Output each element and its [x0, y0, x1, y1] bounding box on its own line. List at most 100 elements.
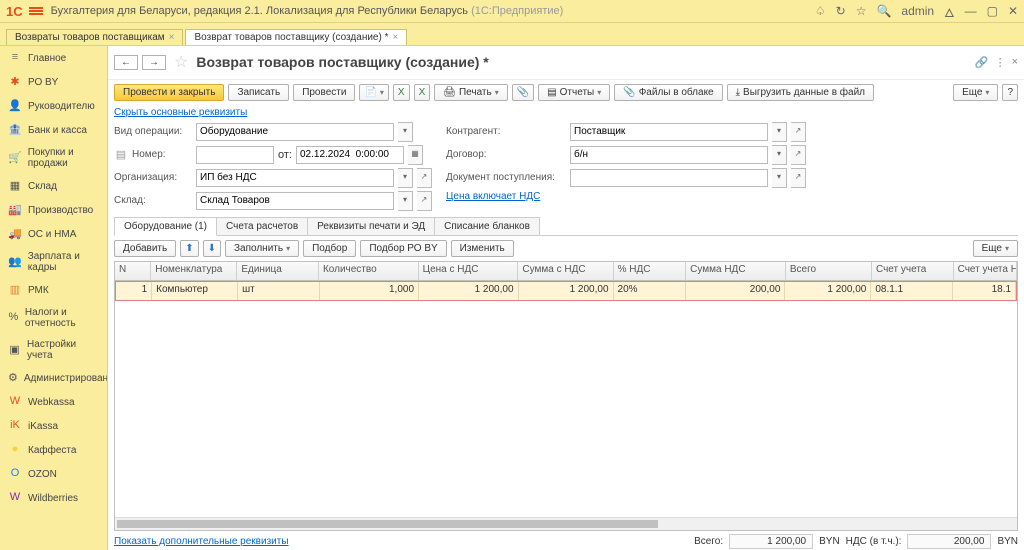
- sub-tab[interactable]: Списание бланков: [434, 217, 540, 235]
- grid-col-header[interactable]: Сумма с НДС: [518, 262, 613, 280]
- grid-cell[interactable]: Компьютер: [152, 282, 238, 300]
- dropdown-icon[interactable]: ▾: [772, 122, 787, 142]
- grid-col-header[interactable]: Счет учета НДС: [954, 262, 1017, 280]
- grid-col-header[interactable]: Сумма НДС: [686, 262, 786, 280]
- hide-main-requisites-link[interactable]: Скрыть основные реквизиты: [108, 105, 1024, 120]
- doc-tab-0[interactable]: Возвраты товаров поставщикам×: [6, 29, 183, 45]
- dropdown-icon[interactable]: ▾: [398, 122, 413, 142]
- dropdown-icon[interactable]: ▾: [398, 191, 413, 211]
- kebab-icon[interactable]: ⋮: [995, 56, 1006, 69]
- grid-cell[interactable]: 18.1: [953, 282, 1016, 300]
- op-input[interactable]: [196, 123, 394, 141]
- sidebar-item[interactable]: ⚙Администрирование: [0, 366, 107, 390]
- excel-button-1[interactable]: X: [393, 84, 410, 101]
- star-icon[interactable]: ☆: [856, 4, 867, 18]
- sidebar-item[interactable]: iKiKassa: [0, 414, 107, 438]
- stock-input[interactable]: [196, 192, 394, 210]
- sub-tab[interactable]: Оборудование (1): [114, 217, 217, 236]
- open-ref-icon[interactable]: ↗: [417, 168, 432, 188]
- link-icon[interactable]: 🔗: [975, 56, 989, 69]
- move-down-button[interactable]: ⬇: [203, 240, 221, 257]
- contract-input[interactable]: [570, 146, 768, 164]
- sidebar-item[interactable]: ▥РМК: [0, 278, 107, 302]
- sidebar-item[interactable]: %Налоги и отчетность: [0, 302, 107, 334]
- bell-icon[interactable]: ♤: [815, 4, 826, 18]
- sidebar-item[interactable]: 👥Зарплата и кадры: [0, 246, 107, 278]
- grid-row[interactable]: 1Компьютершт1,0001 200,001 200,0020%200,…: [115, 281, 1017, 301]
- sidebar-item[interactable]: 🏦Банк и касса: [0, 118, 107, 142]
- export-file-button[interactable]: ⤓ Выгрузить данные в файл: [727, 84, 874, 101]
- grid-col-header[interactable]: Цена с НДС: [419, 262, 519, 280]
- grid-more-button[interactable]: Еще▾: [973, 240, 1018, 257]
- post-and-close-button[interactable]: Провести и закрыть: [114, 84, 224, 101]
- write-button[interactable]: Записать: [228, 84, 289, 101]
- grid-col-header[interactable]: Счет учета: [872, 262, 954, 280]
- sidebar-item[interactable]: 🚚ОС и НМА: [0, 222, 107, 246]
- grid-cell[interactable]: 1: [116, 282, 152, 300]
- excel-button-2[interactable]: X: [414, 84, 431, 101]
- history-icon[interactable]: ↻: [836, 4, 846, 18]
- dropdown-icon[interactable]: ▾: [398, 168, 413, 188]
- grid-cell[interactable]: 08.1.1: [871, 282, 952, 300]
- sidebar-item[interactable]: 🏭Производство: [0, 198, 107, 222]
- sub-tab[interactable]: Счета расчетов: [216, 217, 308, 235]
- sidebar-item[interactable]: 🛒Покупки и продажи: [0, 142, 107, 174]
- agent-input[interactable]: [570, 123, 768, 141]
- vat-price-link[interactable]: Цена включает НДС: [446, 191, 806, 202]
- grid-cell[interactable]: 1 200,00: [785, 282, 871, 300]
- dropdown-icon[interactable]: ▾: [772, 168, 787, 188]
- doc-state-button[interactable]: 📄▾: [359, 84, 388, 101]
- org-input[interactable]: [196, 169, 394, 187]
- doc-in-input[interactable]: [570, 169, 768, 187]
- sidebar-item[interactable]: ▣Настройки учета: [0, 334, 107, 366]
- grid-col-header[interactable]: Номенклатура: [151, 262, 237, 280]
- close-tab-icon[interactable]: ×: [169, 32, 175, 43]
- files-cloud-button[interactable]: 📎 Файлы в облаке: [614, 84, 722, 101]
- pick-roby-button[interactable]: Подбор РО BY: [360, 240, 446, 257]
- grid-cell[interactable]: 1 200,00: [519, 282, 614, 300]
- open-ref-icon[interactable]: ↗: [791, 145, 806, 165]
- grid-col-header[interactable]: Количество: [319, 262, 419, 280]
- sidebar-item[interactable]: OOZON: [0, 462, 107, 486]
- minimize-icon[interactable]: —: [965, 4, 977, 18]
- search-icon[interactable]: 🔍: [876, 4, 891, 18]
- close-page-icon[interactable]: ×: [1012, 56, 1018, 69]
- pick-button[interactable]: Подбор: [303, 240, 356, 257]
- num-input[interactable]: [196, 146, 274, 164]
- dropdown-icon[interactable]: ▾: [772, 145, 787, 165]
- move-up-button[interactable]: ⬆: [180, 240, 198, 257]
- sidebar-item[interactable]: ▦Склад: [0, 174, 107, 198]
- main-menu-icon[interactable]: [29, 6, 43, 16]
- attach-button[interactable]: 📎: [512, 84, 534, 101]
- grid-cell[interactable]: 20%: [614, 282, 686, 300]
- nav-fwd-button[interactable]: →: [142, 55, 166, 70]
- close-icon[interactable]: ✕: [1008, 4, 1018, 18]
- grid-cell[interactable]: 200,00: [686, 282, 786, 300]
- add-row-button[interactable]: Добавить: [114, 240, 176, 257]
- reports-button[interactable]: ▤ Отчеты▾: [538, 84, 610, 101]
- grid-col-header[interactable]: % НДС: [614, 262, 687, 280]
- close-tab-icon[interactable]: ×: [393, 32, 399, 43]
- post-button[interactable]: Провести: [293, 84, 355, 101]
- sidebar-item[interactable]: WWildberries: [0, 486, 107, 510]
- sidebar-item[interactable]: 👤Руководителю: [0, 94, 107, 118]
- grid-col-header[interactable]: Единица: [237, 262, 319, 280]
- show-extra-link[interactable]: Показать дополнительные реквизиты: [114, 536, 289, 547]
- open-ref-icon[interactable]: ↗: [791, 122, 806, 142]
- user-label[interactable]: admin: [901, 4, 934, 18]
- help-button[interactable]: ?: [1002, 84, 1018, 101]
- fill-button[interactable]: Заполнить▾: [225, 240, 299, 257]
- print-button[interactable]: 🖨 Печать▾: [434, 84, 507, 101]
- sidebar-item[interactable]: ✱РО BY: [0, 70, 107, 94]
- sub-tab[interactable]: Реквизиты печати и ЭД: [307, 217, 435, 235]
- grid-cell[interactable]: шт: [238, 282, 319, 300]
- date-input[interactable]: [296, 146, 404, 164]
- h-scrollbar[interactable]: [115, 517, 1017, 530]
- doc-tab-1[interactable]: Возврат товаров поставщику (создание) *×: [185, 29, 407, 45]
- grid-col-header[interactable]: N: [115, 262, 151, 280]
- open-ref-icon[interactable]: ↗: [791, 168, 806, 188]
- favorite-icon[interactable]: ☆: [174, 52, 188, 72]
- nav-back-button[interactable]: ←: [114, 55, 138, 70]
- grid-cell[interactable]: 1,000: [320, 282, 420, 300]
- open-ref-icon[interactable]: ↗: [417, 191, 432, 211]
